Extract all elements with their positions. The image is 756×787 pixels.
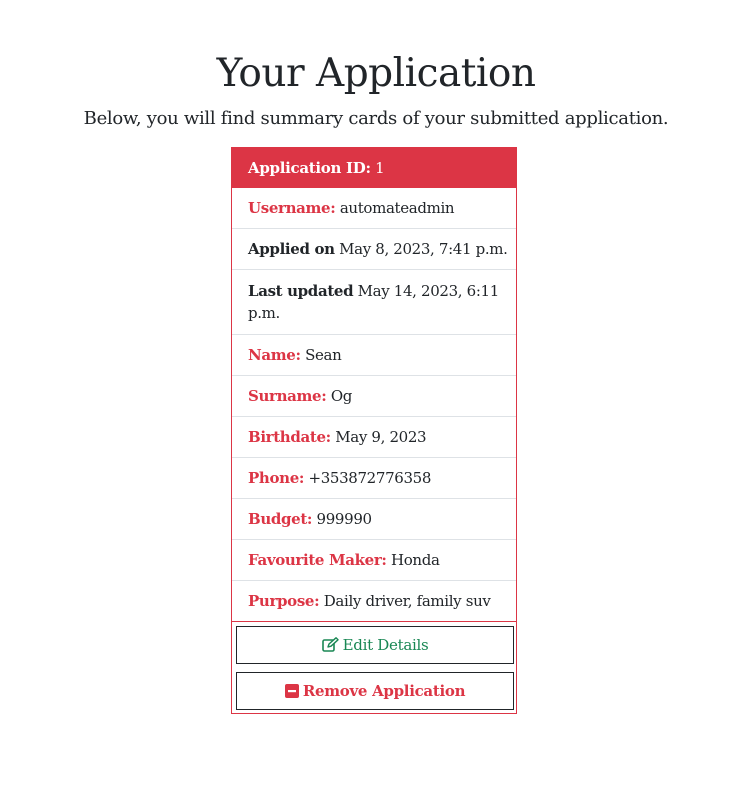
last-updated-label: Last updated (248, 282, 354, 300)
edit-icon (321, 637, 339, 653)
favourite-maker-label: Favourite Maker: (248, 551, 387, 569)
page-subtitle: Below, you will find summary cards of yo… (83, 108, 669, 129)
applied-on-value: May 8, 2023, 7:41 p.m. (339, 240, 508, 258)
row-budget: Budget: 999990 (232, 499, 516, 540)
row-purpose: Purpose: Daily driver, family suv (232, 581, 516, 622)
page: Your Application Below, you will find su… (0, 0, 756, 787)
page-title: Your Application (216, 51, 536, 96)
surname-label: Surname: (248, 387, 327, 405)
row-last-updated: Last updated May 14, 2023, 6:11 p.m. (232, 270, 516, 335)
row-favourite-maker: Favourite Maker: Honda (232, 540, 516, 581)
name-value: Sean (305, 346, 342, 364)
edit-details-label: Edit Details (342, 636, 429, 654)
phone-value: +353872776358 (308, 469, 432, 487)
remove-application-label: Remove Application (302, 682, 466, 700)
row-surname: Surname: Og (232, 376, 516, 417)
minus-square-icon (284, 684, 299, 698)
budget-value: 999990 (316, 510, 373, 528)
birthdate-value: May 9, 2023 (335, 428, 427, 446)
edit-details-button[interactable]: Edit Details (236, 626, 514, 664)
phone-label: Phone: (248, 469, 305, 487)
birthdate-label: Birthdate: (248, 428, 331, 446)
purpose-value: Daily driver, family suv (323, 592, 491, 610)
favourite-maker-value: Honda (391, 551, 440, 569)
username-value: automateadmin (339, 199, 455, 217)
applied-on-label: Applied on (248, 240, 335, 258)
row-username: Username: automateadmin (232, 188, 516, 229)
application-card: Application ID: 1 Username: automateadmi… (231, 147, 517, 714)
card-header: Application ID: 1 (232, 148, 516, 188)
purpose-label: Purpose: (248, 592, 320, 610)
row-applied-on: Applied on May 8, 2023, 7:41 p.m. (232, 229, 516, 270)
surname-value: Og (330, 387, 353, 405)
row-name: Name: Sean (232, 335, 516, 376)
application-id-value: 1 (375, 159, 385, 177)
budget-label: Budget: (248, 510, 313, 528)
row-birthdate: Birthdate: May 9, 2023 (232, 417, 516, 458)
row-phone: Phone: +353872776358 (232, 458, 516, 499)
name-label: Name: (248, 346, 301, 364)
username-label: Username: (248, 199, 336, 217)
application-id-label: Application ID: (248, 159, 371, 177)
remove-application-button[interactable]: Remove Application (236, 672, 514, 710)
card-actions: Edit Details Remove Application (232, 622, 516, 710)
application-details-list: Username: automateadmin Applied on May 8… (232, 188, 516, 622)
